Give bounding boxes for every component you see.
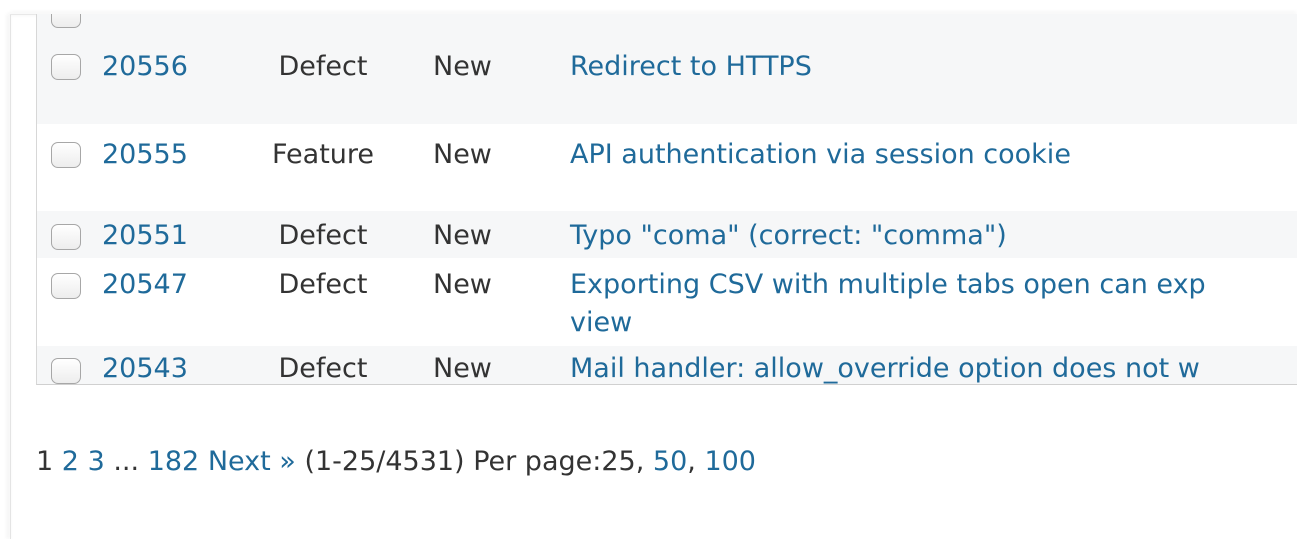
row-checkbox[interactable] <box>51 358 81 384</box>
per-page-current: 25 <box>601 446 636 477</box>
current-page: 1 <box>36 446 54 477</box>
table-row: 20551 Defect New Typo "coma" (correct: "… <box>37 211 1297 258</box>
per-page-50-link[interactable]: 50 <box>653 446 687 477</box>
page-link-2[interactable]: 2 <box>62 446 79 477</box>
issue-tracker: Defect <box>278 220 368 251</box>
issue-tracker: Defect <box>278 269 368 300</box>
issue-status: New <box>433 139 492 170</box>
result-range: (1-25/4531) <box>304 446 465 477</box>
next-page-link[interactable]: Next » <box>208 446 296 477</box>
page-link-last[interactable]: 182 <box>148 446 200 477</box>
row-checkbox[interactable] <box>51 54 81 80</box>
row-checkbox[interactable] <box>51 273 81 299</box>
issue-tracker: Feature <box>271 139 375 170</box>
issue-subject-link[interactable]: Redirect to HTTPS <box>570 47 812 87</box>
issue-subject-link[interactable]: Mail handler: allow_override option does… <box>570 349 1200 384</box>
table-row: 20556 Defect New Redirect to HTTPS <box>37 32 1297 124</box>
per-page-separator: , <box>687 446 696 477</box>
issue-tracker: Defect <box>278 51 368 82</box>
pagination: 1 2 3 ... 182 Next » (1-25/4531) Per pag… <box>36 444 756 480</box>
issue-subject-link-wrap[interactable]: view <box>570 303 632 343</box>
issue-id-link[interactable]: 20556 <box>102 49 188 85</box>
table-row: 20543 Defect New Mail handler: allow_ove… <box>37 346 1297 384</box>
issue-status: New <box>433 220 492 251</box>
page-link-3[interactable]: 3 <box>88 446 105 477</box>
issue-id-link[interactable]: 20551 <box>102 218 188 254</box>
issue-id-link[interactable]: 20555 <box>102 137 188 173</box>
row-checkbox[interactable] <box>51 142 81 168</box>
issues-table: 20556 Defect New Redirect to HTTPS 20555… <box>36 14 1297 385</box>
issue-id-link[interactable]: 20547 <box>102 267 188 303</box>
issue-status: New <box>433 51 492 82</box>
issue-status: New <box>433 269 492 300</box>
per-page-100-link[interactable]: 100 <box>704 446 756 477</box>
issue-subject-link[interactable]: Typo "coma" (correct: "comma") <box>570 216 1007 256</box>
issue-tracker: Defect <box>278 353 368 384</box>
issue-id-link[interactable]: 20543 <box>102 351 188 384</box>
content-left-border <box>10 14 11 539</box>
per-page-separator: , <box>635 446 645 477</box>
issue-subject-link[interactable]: Exporting CSV with multiple tabs open ca… <box>570 265 1206 305</box>
row-checkbox[interactable] <box>51 14 81 28</box>
page-ellipsis: ... <box>113 446 140 477</box>
issue-subject-link[interactable]: API authentication via session cookie <box>570 135 1071 175</box>
table-row: 20555 Feature New API authentication via… <box>37 124 1297 211</box>
issue-status: New <box>433 353 492 384</box>
per-page-label: Per page: <box>473 446 602 477</box>
table-row-partial <box>37 14 1297 32</box>
row-checkbox[interactable] <box>51 224 81 250</box>
table-row: 20547 Defect New Exporting CSV with mult… <box>37 258 1297 346</box>
